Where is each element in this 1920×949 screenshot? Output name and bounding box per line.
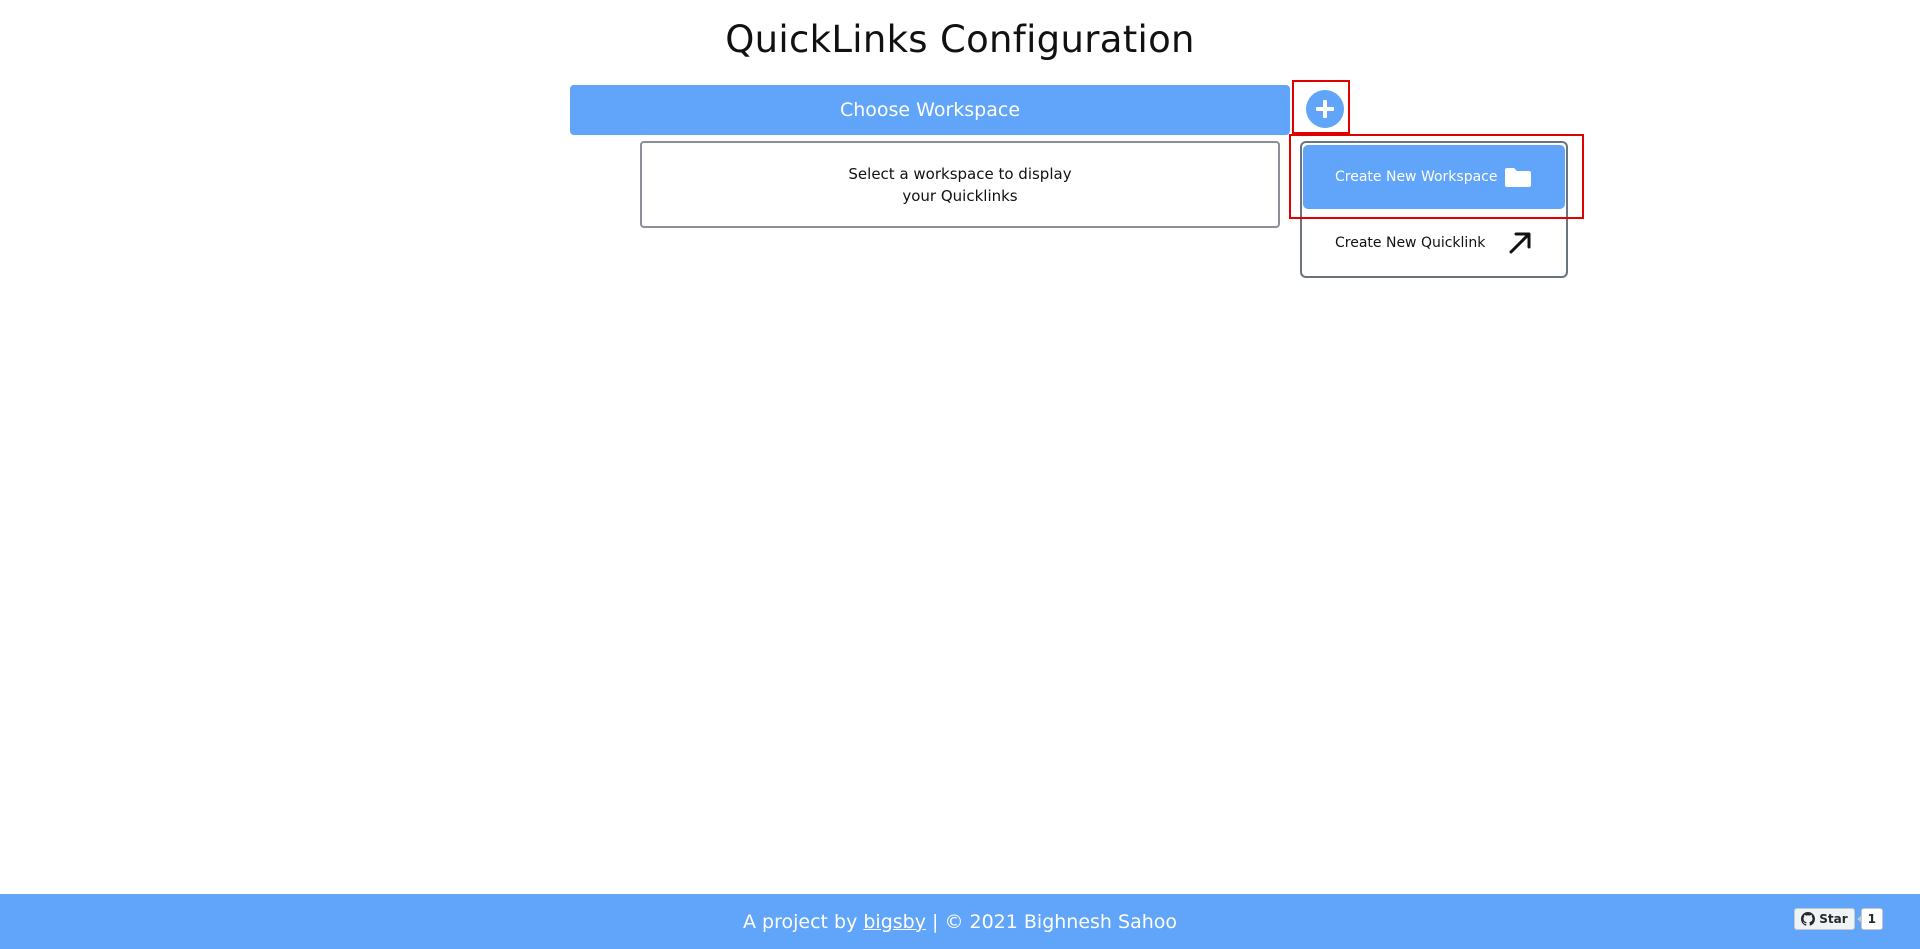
arrow-up-right-icon [1509, 232, 1531, 254]
create-new-workspace-item[interactable]: Create New Workspace [1303, 145, 1565, 209]
add-button-highlight [1292, 80, 1350, 134]
create-new-quicklink-item[interactable]: Create New Quicklink [1303, 211, 1565, 275]
github-icon [1801, 912, 1816, 926]
choose-workspace-button[interactable]: Choose Workspace [570, 85, 1290, 135]
workspace-quicklinks-panel: Select a workspace to display your Quick… [640, 141, 1280, 228]
add-menu-dropdown: Create New Workspace Create New Quicklin… [1300, 141, 1568, 278]
github-star-label: Star [1819, 912, 1848, 926]
footer-copyright: | © 2021 Bighnesh Sahoo [925, 910, 1178, 933]
author-link[interactable]: bigsby [863, 911, 926, 933]
page: QuickLinks Configuration Choose Workspac… [0, 0, 1920, 949]
empty-state-message: Select a workspace to display your Quick… [848, 164, 1072, 205]
github-star-widget: Star 1 [1794, 908, 1883, 930]
page-title: QuickLinks Configuration [725, 18, 1195, 61]
create-new-quicklink-label: Create New Quicklink [1335, 235, 1486, 251]
folder-icon [1505, 168, 1531, 187]
plus-icon [1316, 100, 1334, 118]
github-star-button[interactable]: Star [1794, 908, 1855, 930]
add-button[interactable] [1306, 90, 1344, 128]
footer: A project by bigsby | © 2021 Bighnesh Sa… [0, 894, 1920, 949]
create-new-workspace-label: Create New Workspace [1335, 169, 1498, 185]
github-star-count[interactable]: 1 [1856, 908, 1883, 930]
footer-prefix: A project by [742, 910, 864, 933]
